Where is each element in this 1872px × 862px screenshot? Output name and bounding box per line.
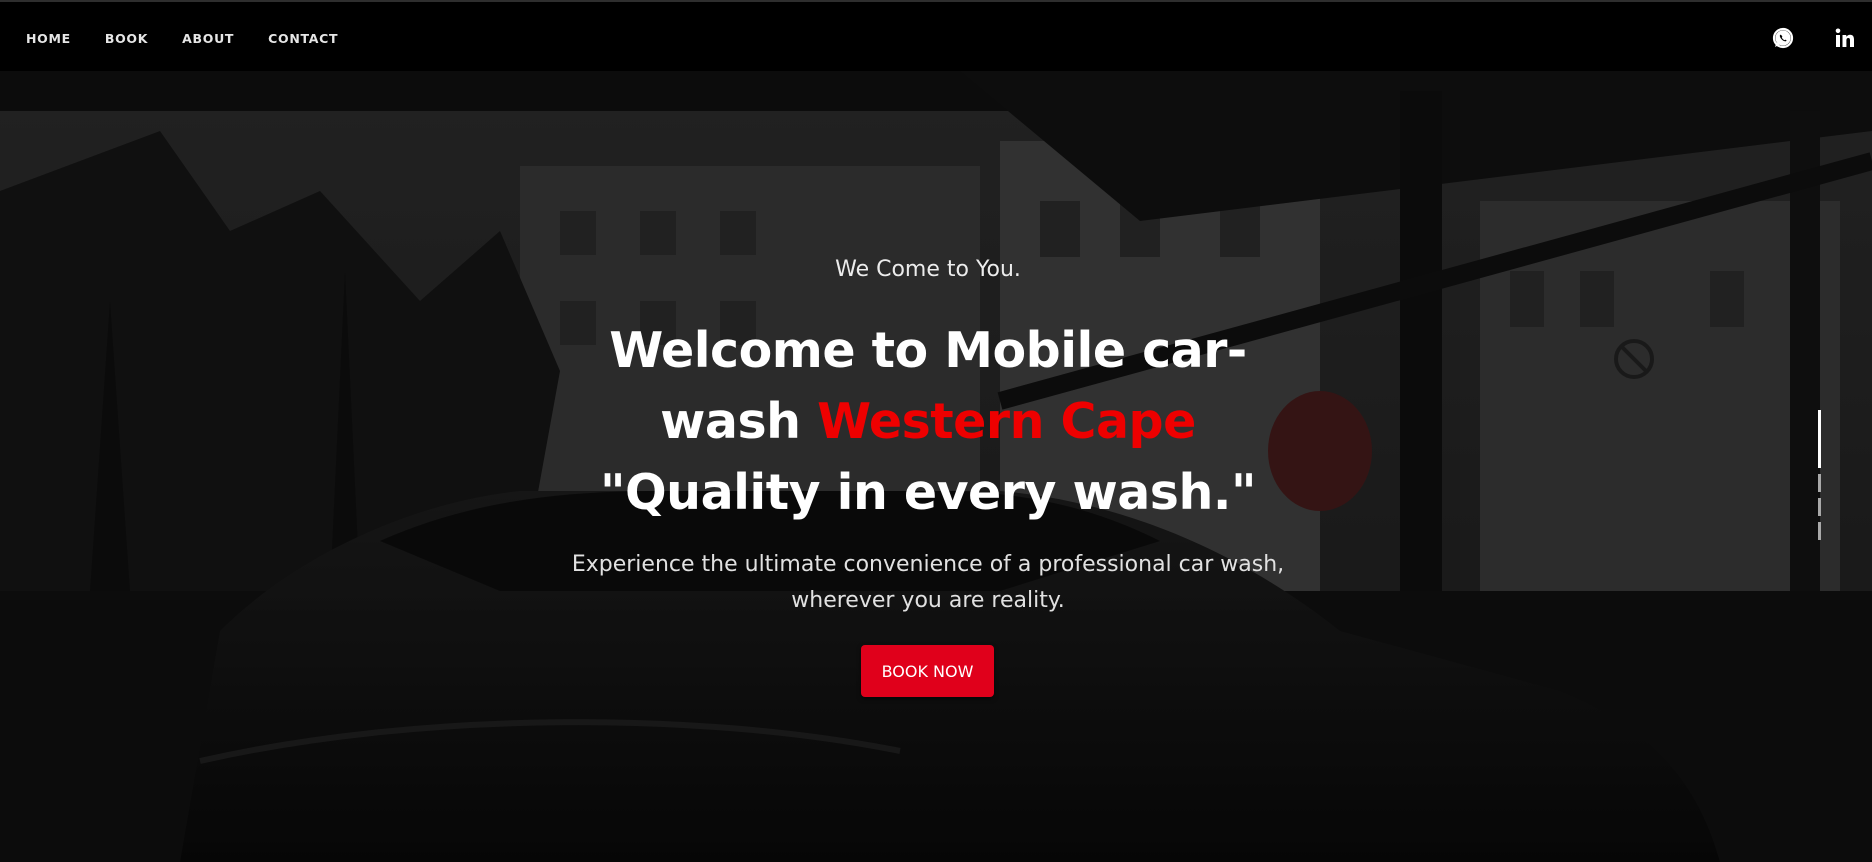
slider-indicators — [1818, 410, 1824, 546]
hero-title: Welcome to Mobile car- wash Western Cape… — [560, 315, 1296, 528]
hero-title-accent: Western Cape — [817, 393, 1196, 450]
hero-kicker: We Come to You. — [835, 257, 1021, 282]
slider-dot-4[interactable] — [1818, 522, 1821, 540]
whatsapp-icon[interactable] — [1771, 26, 1795, 50]
hero-section: We Come to You. Welcome to Mobile car- w… — [0, 71, 1856, 862]
slider-dot-1[interactable] — [1818, 410, 1821, 468]
book-now-button[interactable]: BOOK NOW — [861, 645, 994, 697]
hero-title-line3: "Quality in every wash." — [600, 464, 1256, 521]
social-links — [1771, 2, 1872, 73]
slider-dot-2[interactable] — [1818, 474, 1821, 492]
hero-description: Experience the ultimate convenience of a… — [571, 552, 1285, 613]
hero-title-line2: wash — [660, 393, 818, 450]
top-navbar: HOME BOOK ABOUT CONTACT — [0, 0, 1872, 71]
hero-title-line1: Welcome to Mobile car- — [609, 322, 1247, 379]
main-nav: HOME BOOK ABOUT CONTACT — [26, 2, 338, 73]
linkedin-icon[interactable] — [1833, 26, 1857, 50]
page: HOME BOOK ABOUT CONTACT We Come to You. … — [0, 0, 1872, 862]
nav-about-link[interactable]: ABOUT — [182, 29, 234, 46]
slider-dot-3[interactable] — [1818, 498, 1821, 516]
nav-home-link[interactable]: HOME — [26, 29, 71, 46]
nav-book-link[interactable]: BOOK — [105, 29, 148, 46]
nav-contact-link[interactable]: CONTACT — [268, 29, 338, 46]
